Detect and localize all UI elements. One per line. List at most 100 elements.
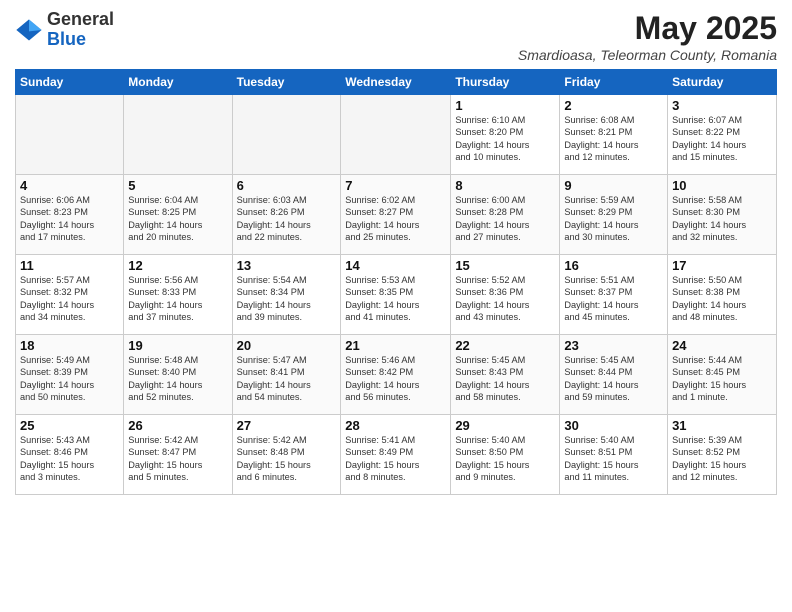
calendar-header-row: Sunday Monday Tuesday Wednesday Thursday… bbox=[16, 70, 777, 95]
logo: General Blue bbox=[15, 10, 114, 50]
day-info: Sunrise: 5:51 AM Sunset: 8:37 PM Dayligh… bbox=[564, 274, 663, 324]
day-number: 12 bbox=[128, 258, 227, 273]
calendar-cell bbox=[16, 95, 124, 175]
day-number: 16 bbox=[564, 258, 663, 273]
day-number: 30 bbox=[564, 418, 663, 433]
day-info: Sunrise: 6:03 AM Sunset: 8:26 PM Dayligh… bbox=[237, 194, 337, 244]
calendar-cell: 30Sunrise: 5:40 AM Sunset: 8:51 PM Dayli… bbox=[560, 415, 668, 495]
day-info: Sunrise: 6:00 AM Sunset: 8:28 PM Dayligh… bbox=[455, 194, 555, 244]
day-number: 21 bbox=[345, 338, 446, 353]
day-number: 28 bbox=[345, 418, 446, 433]
day-number: 17 bbox=[672, 258, 772, 273]
day-number: 9 bbox=[564, 178, 663, 193]
calendar-cell: 2Sunrise: 6:08 AM Sunset: 8:21 PM Daylig… bbox=[560, 95, 668, 175]
logo-blue-text: Blue bbox=[47, 30, 114, 50]
day-number: 27 bbox=[237, 418, 337, 433]
day-number: 13 bbox=[237, 258, 337, 273]
day-info: Sunrise: 5:40 AM Sunset: 8:51 PM Dayligh… bbox=[564, 434, 663, 484]
day-number: 4 bbox=[20, 178, 119, 193]
day-info: Sunrise: 5:40 AM Sunset: 8:50 PM Dayligh… bbox=[455, 434, 555, 484]
calendar-cell: 9Sunrise: 5:59 AM Sunset: 8:29 PM Daylig… bbox=[560, 175, 668, 255]
day-info: Sunrise: 5:52 AM Sunset: 8:36 PM Dayligh… bbox=[455, 274, 555, 324]
calendar-cell: 18Sunrise: 5:49 AM Sunset: 8:39 PM Dayli… bbox=[16, 335, 124, 415]
calendar-cell: 10Sunrise: 5:58 AM Sunset: 8:30 PM Dayli… bbox=[668, 175, 777, 255]
day-info: Sunrise: 5:42 AM Sunset: 8:48 PM Dayligh… bbox=[237, 434, 337, 484]
day-number: 10 bbox=[672, 178, 772, 193]
calendar-cell: 14Sunrise: 5:53 AM Sunset: 8:35 PM Dayli… bbox=[341, 255, 451, 335]
location-subtitle: Smardioasa, Teleorman County, Romania bbox=[518, 47, 777, 63]
day-number: 20 bbox=[237, 338, 337, 353]
day-info: Sunrise: 5:44 AM Sunset: 8:45 PM Dayligh… bbox=[672, 354, 772, 404]
day-info: Sunrise: 6:08 AM Sunset: 8:21 PM Dayligh… bbox=[564, 114, 663, 164]
day-number: 15 bbox=[455, 258, 555, 273]
calendar-cell: 7Sunrise: 6:02 AM Sunset: 8:27 PM Daylig… bbox=[341, 175, 451, 255]
day-info: Sunrise: 5:48 AM Sunset: 8:40 PM Dayligh… bbox=[128, 354, 227, 404]
calendar-cell: 20Sunrise: 5:47 AM Sunset: 8:41 PM Dayli… bbox=[232, 335, 341, 415]
calendar-cell: 4Sunrise: 6:06 AM Sunset: 8:23 PM Daylig… bbox=[16, 175, 124, 255]
day-number: 19 bbox=[128, 338, 227, 353]
header: General Blue May 2025 Smardioasa, Teleor… bbox=[15, 10, 777, 63]
calendar-cell: 16Sunrise: 5:51 AM Sunset: 8:37 PM Dayli… bbox=[560, 255, 668, 335]
calendar-cell: 23Sunrise: 5:45 AM Sunset: 8:44 PM Dayli… bbox=[560, 335, 668, 415]
day-info: Sunrise: 5:42 AM Sunset: 8:47 PM Dayligh… bbox=[128, 434, 227, 484]
calendar-cell: 13Sunrise: 5:54 AM Sunset: 8:34 PM Dayli… bbox=[232, 255, 341, 335]
day-number: 7 bbox=[345, 178, 446, 193]
calendar-cell: 28Sunrise: 5:41 AM Sunset: 8:49 PM Dayli… bbox=[341, 415, 451, 495]
calendar-week-1: 1Sunrise: 6:10 AM Sunset: 8:20 PM Daylig… bbox=[16, 95, 777, 175]
page: General Blue May 2025 Smardioasa, Teleor… bbox=[0, 0, 792, 505]
logo-text: General Blue bbox=[47, 10, 114, 50]
calendar-cell: 19Sunrise: 5:48 AM Sunset: 8:40 PM Dayli… bbox=[124, 335, 232, 415]
day-number: 29 bbox=[455, 418, 555, 433]
calendar-week-4: 18Sunrise: 5:49 AM Sunset: 8:39 PM Dayli… bbox=[16, 335, 777, 415]
day-info: Sunrise: 5:50 AM Sunset: 8:38 PM Dayligh… bbox=[672, 274, 772, 324]
calendar-cell: 24Sunrise: 5:44 AM Sunset: 8:45 PM Dayli… bbox=[668, 335, 777, 415]
calendar-cell: 8Sunrise: 6:00 AM Sunset: 8:28 PM Daylig… bbox=[451, 175, 560, 255]
calendar-cell: 1Sunrise: 6:10 AM Sunset: 8:20 PM Daylig… bbox=[451, 95, 560, 175]
day-info: Sunrise: 5:56 AM Sunset: 8:33 PM Dayligh… bbox=[128, 274, 227, 324]
calendar-cell: 11Sunrise: 5:57 AM Sunset: 8:32 PM Dayli… bbox=[16, 255, 124, 335]
day-info: Sunrise: 5:39 AM Sunset: 8:52 PM Dayligh… bbox=[672, 434, 772, 484]
day-info: Sunrise: 6:04 AM Sunset: 8:25 PM Dayligh… bbox=[128, 194, 227, 244]
day-number: 1 bbox=[455, 98, 555, 113]
calendar-cell: 21Sunrise: 5:46 AM Sunset: 8:42 PM Dayli… bbox=[341, 335, 451, 415]
calendar-table: Sunday Monday Tuesday Wednesday Thursday… bbox=[15, 69, 777, 495]
calendar-cell: 12Sunrise: 5:56 AM Sunset: 8:33 PM Dayli… bbox=[124, 255, 232, 335]
day-info: Sunrise: 6:10 AM Sunset: 8:20 PM Dayligh… bbox=[455, 114, 555, 164]
day-number: 23 bbox=[564, 338, 663, 353]
calendar-week-3: 11Sunrise: 5:57 AM Sunset: 8:32 PM Dayli… bbox=[16, 255, 777, 335]
day-number: 5 bbox=[128, 178, 227, 193]
day-number: 14 bbox=[345, 258, 446, 273]
col-wednesday: Wednesday bbox=[341, 70, 451, 95]
calendar-cell bbox=[341, 95, 451, 175]
logo-general-text: General bbox=[47, 10, 114, 30]
day-number: 26 bbox=[128, 418, 227, 433]
col-thursday: Thursday bbox=[451, 70, 560, 95]
calendar-cell: 5Sunrise: 6:04 AM Sunset: 8:25 PM Daylig… bbox=[124, 175, 232, 255]
calendar-cell: 31Sunrise: 5:39 AM Sunset: 8:52 PM Dayli… bbox=[668, 415, 777, 495]
calendar-cell: 22Sunrise: 5:45 AM Sunset: 8:43 PM Dayli… bbox=[451, 335, 560, 415]
day-number: 2 bbox=[564, 98, 663, 113]
calendar-cell: 29Sunrise: 5:40 AM Sunset: 8:50 PM Dayli… bbox=[451, 415, 560, 495]
calendar-week-5: 25Sunrise: 5:43 AM Sunset: 8:46 PM Dayli… bbox=[16, 415, 777, 495]
day-info: Sunrise: 5:46 AM Sunset: 8:42 PM Dayligh… bbox=[345, 354, 446, 404]
day-number: 8 bbox=[455, 178, 555, 193]
calendar-cell: 17Sunrise: 5:50 AM Sunset: 8:38 PM Dayli… bbox=[668, 255, 777, 335]
calendar-cell bbox=[232, 95, 341, 175]
calendar-cell: 3Sunrise: 6:07 AM Sunset: 8:22 PM Daylig… bbox=[668, 95, 777, 175]
day-info: Sunrise: 5:41 AM Sunset: 8:49 PM Dayligh… bbox=[345, 434, 446, 484]
day-info: Sunrise: 5:54 AM Sunset: 8:34 PM Dayligh… bbox=[237, 274, 337, 324]
day-number: 3 bbox=[672, 98, 772, 113]
day-number: 22 bbox=[455, 338, 555, 353]
col-sunday: Sunday bbox=[16, 70, 124, 95]
day-info: Sunrise: 6:02 AM Sunset: 8:27 PM Dayligh… bbox=[345, 194, 446, 244]
day-info: Sunrise: 5:53 AM Sunset: 8:35 PM Dayligh… bbox=[345, 274, 446, 324]
month-year: May 2025 bbox=[518, 10, 777, 47]
day-number: 25 bbox=[20, 418, 119, 433]
title-block: May 2025 Smardioasa, Teleorman County, R… bbox=[518, 10, 777, 63]
day-info: Sunrise: 6:07 AM Sunset: 8:22 PM Dayligh… bbox=[672, 114, 772, 164]
calendar-cell: 15Sunrise: 5:52 AM Sunset: 8:36 PM Dayli… bbox=[451, 255, 560, 335]
col-monday: Monday bbox=[124, 70, 232, 95]
calendar-cell bbox=[124, 95, 232, 175]
day-info: Sunrise: 5:58 AM Sunset: 8:30 PM Dayligh… bbox=[672, 194, 772, 244]
day-number: 24 bbox=[672, 338, 772, 353]
